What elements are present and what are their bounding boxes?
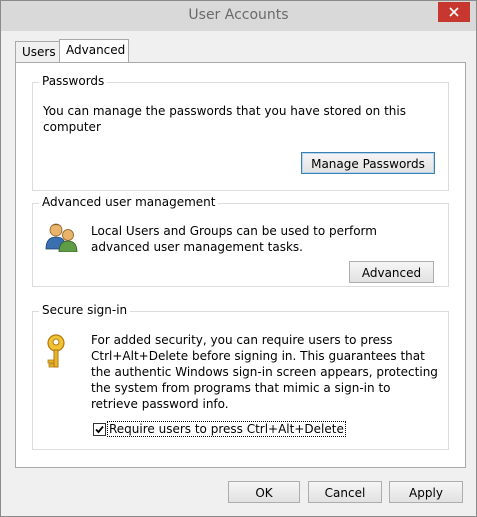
advanced-user-management-title: Advanced user management	[39, 195, 219, 209]
users-group-icon	[45, 223, 78, 252]
apply-button[interactable]: Apply	[389, 481, 463, 503]
key-icon	[47, 334, 65, 368]
window-title: User Accounts	[188, 7, 289, 23]
manage-passwords-button[interactable]: Manage Passwords	[301, 152, 435, 174]
manage-passwords-button-label: Manage Passwords	[311, 157, 425, 171]
secure-sign-in-group: Secure sign-in For added security, you c…	[32, 303, 449, 450]
tab-advanced[interactable]: Advanced	[59, 39, 129, 62]
secure-sign-in-description: For added security, you can require user…	[91, 333, 438, 411]
passwords-group: Passwords You can manage the passwords t…	[32, 74, 449, 191]
title-bar[interactable]: User Accounts	[1, 1, 476, 31]
ok-button[interactable]: OK	[228, 481, 300, 503]
close-button[interactable]	[438, 2, 470, 22]
cancel-button-label: Cancel	[324, 486, 366, 500]
require-ctrl-alt-delete-checkbox[interactable]	[93, 423, 106, 436]
advanced-tab-panel: Passwords You can manage the passwords t…	[15, 62, 466, 468]
apply-button-label: Apply	[409, 486, 443, 500]
advanced-button-label: Advanced	[361, 266, 422, 280]
passwords-description: You can manage the passwords that you ha…	[43, 104, 406, 134]
secure-sign-in-title: Secure sign-in	[39, 303, 131, 317]
advanced-user-management-group: Advanced user management Local Users and…	[32, 195, 449, 287]
tab-users[interactable]: Users	[15, 41, 63, 62]
advanced-user-management-description: Local Users and Groups can be used to pe…	[91, 224, 377, 254]
cancel-button[interactable]: Cancel	[308, 481, 382, 503]
passwords-group-title: Passwords	[39, 74, 108, 88]
advanced-button[interactable]: Advanced	[349, 261, 434, 283]
require-ctrl-alt-delete-label[interactable]: Require users to press Ctrl+Alt+Delete	[107, 421, 346, 437]
checkmark-icon	[95, 425, 104, 434]
close-icon	[449, 7, 459, 17]
user-accounts-window: User Accounts Users Advanced Passwords Y…	[0, 0, 477, 517]
ok-button-label: OK	[255, 486, 273, 500]
